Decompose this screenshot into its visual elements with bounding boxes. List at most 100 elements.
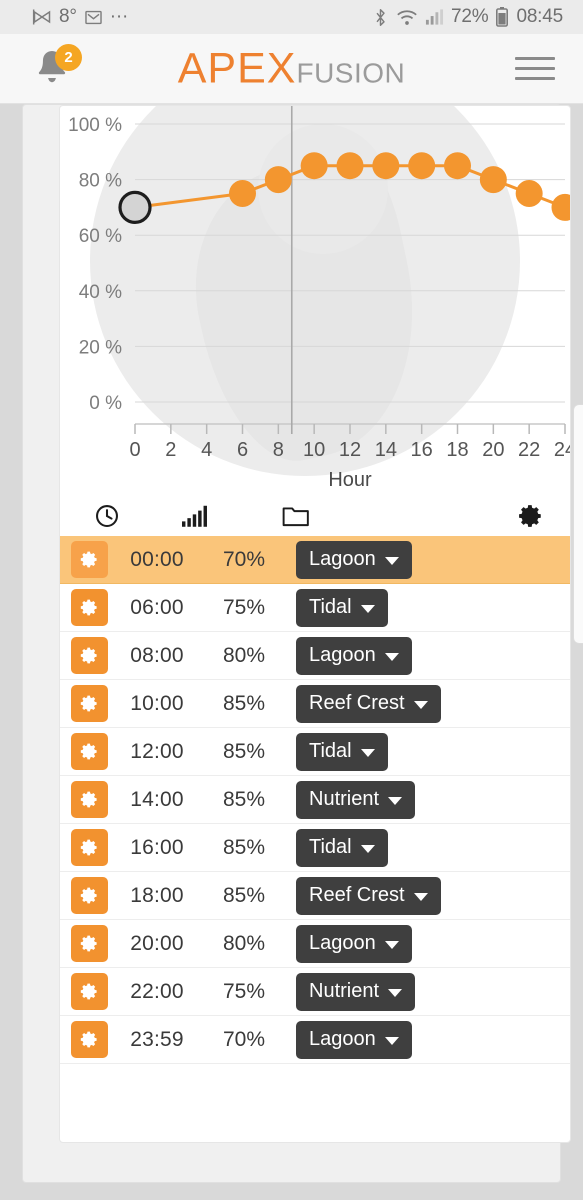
gear-icon xyxy=(80,935,97,952)
profile-dropdown[interactable]: Reef Crest xyxy=(296,684,441,723)
profile-dropdown-label: Lagoon xyxy=(309,643,376,666)
profile-dropdown[interactable]: Nutrient xyxy=(296,780,416,819)
gear-icon xyxy=(80,743,97,760)
bluetooth-icon xyxy=(372,8,389,27)
gear-icon xyxy=(80,1031,97,1048)
svg-text:12: 12 xyxy=(339,439,361,461)
svg-text:20: 20 xyxy=(482,439,504,461)
gear-icon xyxy=(80,599,97,616)
profile-dropdown[interactable]: Reef Crest xyxy=(296,876,441,915)
header-settings-button[interactable] xyxy=(518,503,544,529)
profile-dropdown[interactable]: Tidal xyxy=(296,588,388,627)
chevron-down-icon xyxy=(388,796,403,805)
table-row[interactable]: 14:00 85% Nutrient xyxy=(60,776,570,824)
page-body: 0 % 20 % 40 % 60 % 80 % 100 % 0 2 4 6 8 10 12 14 16 18… xyxy=(0,104,583,1200)
row-time: 10:00 xyxy=(130,691,184,715)
table-row[interactable]: 12:00 85% Tidal xyxy=(60,728,570,776)
row-profile-cell: Lagoon xyxy=(296,636,412,675)
gear-icon xyxy=(80,791,97,808)
svg-text:8: 8 xyxy=(273,439,284,461)
notifications-button[interactable]: 2 xyxy=(32,43,82,91)
row-profile-cell: Tidal xyxy=(296,828,388,867)
profile-dropdown-label: Tidal xyxy=(309,835,352,858)
row-intensity: 85% xyxy=(222,883,266,907)
notification-badge: 2 xyxy=(55,43,82,71)
row-time: 12:00 xyxy=(130,739,184,763)
logo-fusion-text: FUSION xyxy=(296,57,406,88)
hamburger-bar-2 xyxy=(515,67,555,70)
row-settings-button[interactable] xyxy=(71,685,108,722)
row-time: 18:00 xyxy=(130,883,184,907)
table-row[interactable]: 20:00 80% Lagoon xyxy=(60,920,570,968)
profile-dropdown-label: Lagoon xyxy=(309,1027,376,1050)
row-settings-button[interactable] xyxy=(71,973,108,1010)
gmail-icon xyxy=(84,8,103,27)
row-intensity: 80% xyxy=(222,643,266,667)
profile-dropdown[interactable]: Tidal xyxy=(296,828,388,867)
hamburger-bar-1 xyxy=(515,57,555,60)
gear-icon xyxy=(519,505,541,527)
row-profile-cell: Reef Crest xyxy=(296,684,441,723)
profile-dropdown-label: Nutrient xyxy=(309,979,380,1002)
profile-dropdown-label: Reef Crest xyxy=(309,883,405,906)
table-row[interactable]: 08:00 80% Lagoon xyxy=(60,632,570,680)
row-profile-cell: Lagoon xyxy=(296,540,412,579)
table-row[interactable]: 06:00 75% Tidal xyxy=(60,584,570,632)
chart-x-axis-title: Hour xyxy=(328,469,372,491)
profile-dropdown-label: Reef Crest xyxy=(309,691,405,714)
row-settings-button[interactable] xyxy=(71,1021,108,1058)
svg-text:22: 22 xyxy=(518,439,540,461)
content-container: 0 % 20 % 40 % 60 % 80 % 100 % 0 2 4 6 8 10 12 14 16 18… xyxy=(22,104,571,1183)
profile-dropdown-label: Tidal xyxy=(309,739,352,762)
row-intensity: 75% xyxy=(222,595,266,619)
table-row[interactable]: 23:59 70% Lagoon xyxy=(60,1016,570,1064)
row-settings-button[interactable] xyxy=(71,781,108,818)
chevron-down-icon xyxy=(413,700,428,709)
battery-percent-label: 72% xyxy=(451,6,489,27)
wifi-icon xyxy=(396,8,418,27)
profile-dropdown-label: Lagoon xyxy=(309,547,376,570)
table-row[interactable]: 16:00 85% Tidal xyxy=(60,824,570,872)
row-profile-cell: Tidal xyxy=(296,732,388,771)
row-profile-cell: Reef Crest xyxy=(296,876,441,915)
row-profile-cell: Lagoon xyxy=(296,924,412,963)
profile-dropdown[interactable]: Lagoon xyxy=(296,924,412,963)
row-settings-button[interactable] xyxy=(71,589,108,626)
gear-icon xyxy=(80,695,97,712)
menu-button[interactable] xyxy=(515,57,555,80)
row-time: 22:00 xyxy=(130,979,184,1003)
row-intensity: 85% xyxy=(222,739,266,763)
chart-data-points xyxy=(118,152,570,225)
gear-icon xyxy=(80,839,97,856)
row-intensity: 80% xyxy=(222,931,266,955)
profile-dropdown[interactable]: Nutrient xyxy=(296,972,416,1011)
row-settings-button[interactable] xyxy=(71,541,108,578)
profile-dropdown[interactable]: Lagoon xyxy=(296,1020,412,1059)
row-settings-button[interactable] xyxy=(71,733,108,770)
profile-dropdown[interactable]: Lagoon xyxy=(296,636,412,675)
folder-icon xyxy=(282,507,309,527)
row-settings-button[interactable] xyxy=(71,877,108,914)
row-settings-button[interactable] xyxy=(71,637,108,674)
table-row[interactable]: 18:00 85% Reef Crest xyxy=(60,872,570,920)
hamburger-bar-3 xyxy=(515,77,555,80)
schedule-card: 0 % 20 % 40 % 60 % 80 % 100 % 0 2 4 6 8 10 12 14 16 18… xyxy=(59,105,571,1143)
chevron-down-icon xyxy=(384,940,399,949)
table-row[interactable]: 22:00 75% Nutrient xyxy=(60,968,570,1016)
intensity-chart: 0 % 20 % 40 % 60 % 80 % 100 % 0 2 4 6 8 10 12 14 16 18… xyxy=(60,106,570,496)
profile-dropdown[interactable]: Tidal xyxy=(296,732,388,771)
adjacent-panel-peek[interactable] xyxy=(573,404,583,644)
row-time: 23:59 xyxy=(130,1027,184,1051)
profile-dropdown[interactable]: Lagoon xyxy=(296,540,412,579)
table-row[interactable]: 00:00 70% Lagoon xyxy=(60,536,570,584)
table-row[interactable]: 10:00 85% Reef Crest xyxy=(60,680,570,728)
svg-text:18: 18 xyxy=(446,439,468,461)
svg-text:10: 10 xyxy=(303,439,325,461)
row-profile-cell: Tidal xyxy=(296,588,388,627)
row-time: 06:00 xyxy=(130,595,184,619)
table-header-row xyxy=(60,496,570,536)
chevron-down-icon xyxy=(360,844,375,853)
row-settings-button[interactable] xyxy=(71,829,108,866)
row-settings-button[interactable] xyxy=(71,925,108,962)
chevron-down-icon xyxy=(388,988,403,997)
